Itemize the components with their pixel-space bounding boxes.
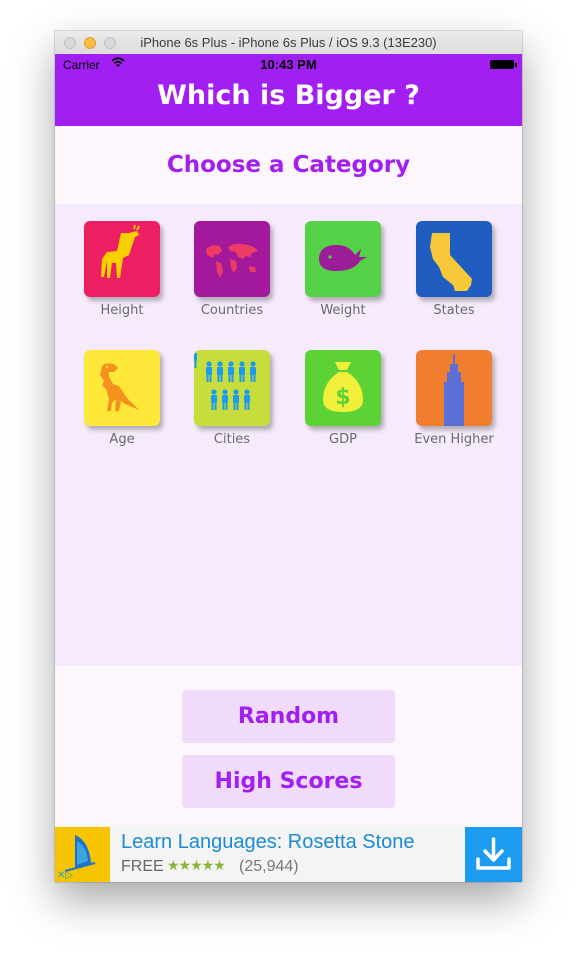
ad-rating-count: (25,944)	[239, 858, 299, 875]
category-even-higher-tile[interactable]	[416, 350, 492, 426]
battery-icon	[490, 60, 517, 69]
download-icon	[476, 837, 511, 870]
category-label: States	[433, 303, 475, 318]
category-gdp[interactable]: $ GDP	[288, 350, 398, 447]
ad-title[interactable]: Learn Languages: Rosetta Stone	[121, 831, 415, 854]
window-title: iPhone 6s Plus - iPhone 6s Plus / iOS 9.…	[140, 35, 437, 50]
category-label: Weight	[320, 303, 366, 318]
category-label: Countries	[200, 303, 264, 318]
dinosaur-icon	[100, 363, 139, 411]
skyscraper-icon	[444, 354, 464, 426]
ad-price: FREE	[121, 858, 164, 875]
category-states[interactable]: States	[399, 221, 509, 318]
money-bag-icon: $	[323, 362, 363, 412]
category-heading: Choose a Category	[166, 152, 411, 178]
category-label: Even Higher	[414, 432, 494, 447]
category-height[interactable]: Height	[67, 221, 177, 318]
world-map-icon	[206, 243, 258, 278]
simulator-window: iPhone 6s Plus - iPhone 6s Plus / iOS 9.…	[55, 31, 522, 882]
status-bar: Carrier 10:43 PM	[55, 54, 522, 74]
whale-icon	[319, 245, 367, 271]
category-cities[interactable]: Cities	[177, 350, 287, 447]
app-header: Carrier 10:43 PM Which is Bigger ?	[55, 54, 522, 126]
rosetta-stone-logo[interactable]: ✕▷	[55, 827, 110, 882]
ad-choices-icon[interactable]: ✕▷	[57, 870, 73, 881]
giraffe-icon	[101, 224, 140, 278]
svg-text:$: $	[335, 385, 350, 410]
category-label: Height	[100, 303, 144, 318]
category-heading-bar: Choose a Category	[55, 126, 522, 204]
category-weight[interactable]: Weight	[288, 221, 398, 318]
random-button[interactable]: Random	[182, 690, 395, 743]
download-button[interactable]	[465, 827, 522, 882]
category-countries-tile[interactable]	[194, 221, 270, 297]
california-icon	[430, 233, 472, 291]
people-icon	[194, 350, 256, 410]
category-countries[interactable]: Countries	[177, 221, 287, 318]
category-weight-tile[interactable]	[305, 221, 381, 297]
category-label: Age	[109, 432, 135, 447]
status-clock: 10:43 PM	[260, 57, 317, 72]
category-states-tile[interactable]	[416, 221, 492, 297]
category-height-tile[interactable]	[84, 221, 160, 297]
category-age-tile[interactable]	[84, 350, 160, 426]
ad-banner[interactable]: ✕▷ Learn Languages: Rosetta Stone FREE ★…	[55, 827, 522, 882]
high-scores-button[interactable]: High Scores	[182, 755, 395, 808]
category-age[interactable]: Age	[67, 350, 177, 447]
category-label: GDP	[329, 432, 357, 447]
category-gdp-tile[interactable]: $	[305, 350, 381, 426]
rating-stars-icon: ★★★★★	[167, 858, 226, 874]
category-cities-tile[interactable]	[194, 350, 270, 426]
window-titlebar: iPhone 6s Plus - iPhone 6s Plus / iOS 9.…	[55, 31, 522, 55]
category-even-higher[interactable]: Even Higher	[399, 350, 509, 447]
action-area: Random High Scores	[55, 666, 522, 827]
app-title: Which is Bigger ?	[157, 80, 420, 111]
category-label: Cities	[213, 432, 251, 447]
category-grid: Height Countries Weight States Age Citie…	[55, 204, 522, 666]
